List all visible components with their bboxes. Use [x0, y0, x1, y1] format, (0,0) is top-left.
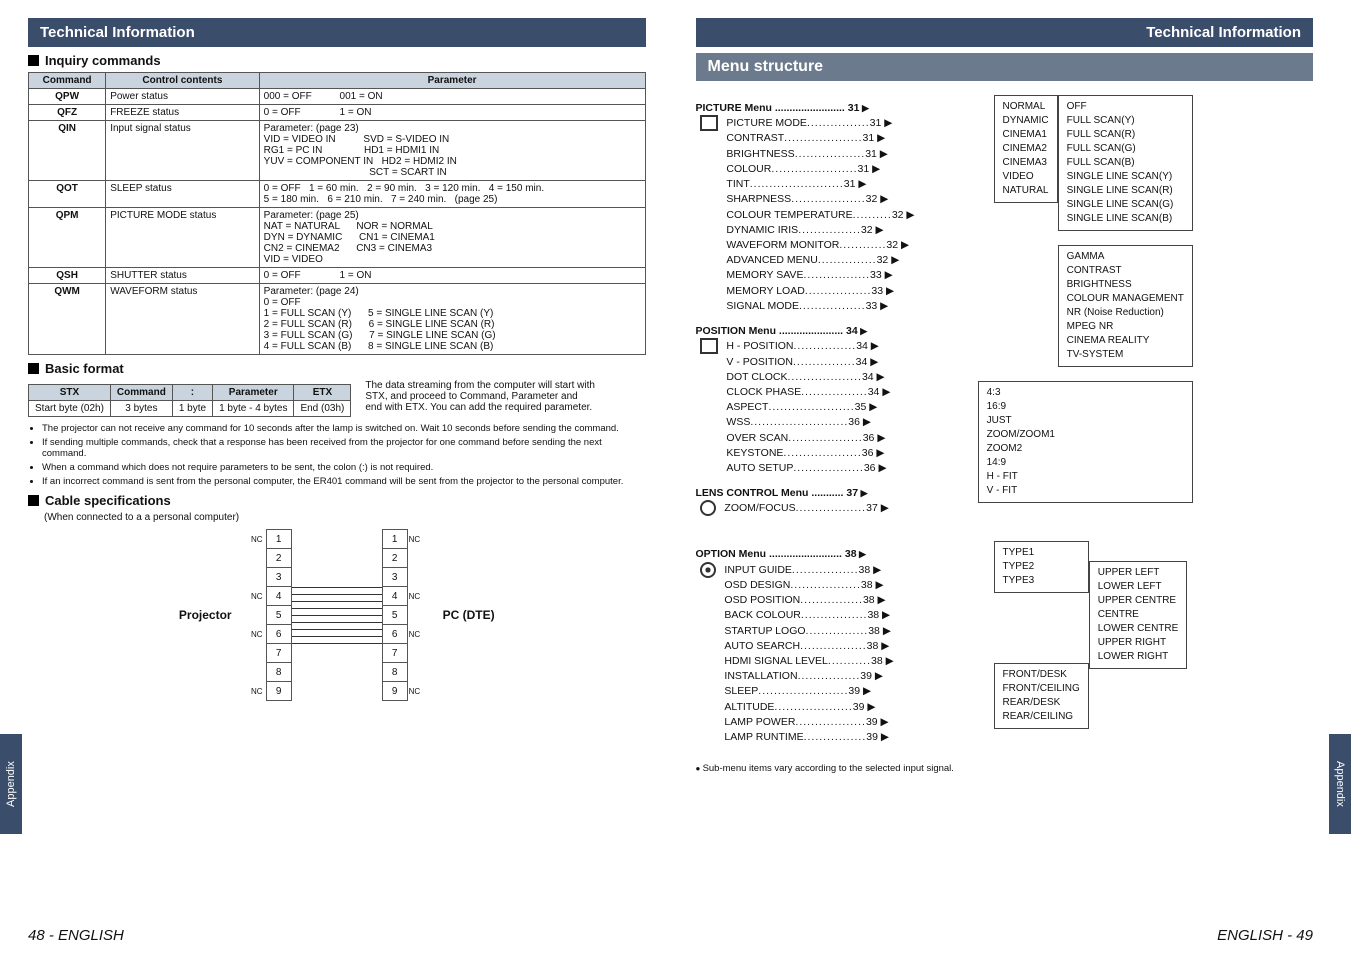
menu-item: OSD DESIGN..................38 ▶ [724, 578, 894, 593]
menu-item: INSTALLATION................39 ▶ [724, 669, 894, 684]
header-right: Technical Information [696, 18, 1314, 47]
menu-item: TINT........................31 ▶ [726, 177, 896, 192]
menu-item: V - POSITION................34 ▶ [726, 355, 896, 370]
menu-item: COLOUR TEMPERATURE..........32 ▶ [726, 208, 896, 223]
notes-list: The projector can not receive any comman… [28, 423, 646, 487]
inquiry-title: Inquiry commands [45, 53, 161, 68]
box-advanced: GAMMACONTRASTBRIGHTNESSCOLOUR MANAGEMENT… [1058, 245, 1193, 367]
menu-item: SLEEP.......................39 ▶ [724, 684, 894, 699]
table-row: QPWPower status000 = OFF 001 = ON [29, 89, 646, 105]
menu-item: ADVANCED MENU...............32 ▶ [726, 253, 896, 268]
menu-item: OSD POSITION................38 ▶ [724, 593, 894, 608]
box-installation: FRONT/DESKFRONT/CEILINGREAR/DESKREAR/CEI… [994, 663, 1089, 729]
menu-item: OVER SCAN...................36 ▶ [726, 431, 896, 446]
menu-item: LAMP POWER..................39 ▶ [724, 715, 894, 730]
section-inquiry: Inquiry commands [28, 53, 646, 68]
table-row: QWMWAVEFORM statusParameter: (page 24) 0… [29, 284, 646, 355]
table-row: QOTSLEEP status0 = OFF 1 = 60 min. 2 = 9… [29, 181, 646, 208]
inquiry-table: Command Control contents Parameter QPWPo… [28, 72, 646, 355]
option-menu-title: OPTION Menu ......................... 38 [696, 547, 986, 562]
pin-table-left: NC123NC45NC678NC9 [242, 529, 292, 701]
page-num-left: 48 - ENGLISH [28, 927, 124, 944]
position-menu-title: POSITION Menu ...................... 34 [696, 324, 986, 339]
table-row: QPMPICTURE MODE statusParameter: (page 2… [29, 208, 646, 268]
menu-item: BACK COLOUR.................38 ▶ [724, 608, 894, 623]
basic-format-note: The data streaming from the computer wil… [365, 380, 595, 413]
menu-item: LAMP RUNTIME................39 ▶ [724, 730, 894, 745]
section-cable: Cable specifications [28, 493, 646, 508]
box-osd-position: UPPER LEFTLOWER LEFTUPPER CENTRECENTRELO… [1089, 561, 1188, 669]
table-row: QINInput signal statusParameter: (page 2… [29, 121, 646, 181]
menu-item: CONTRAST....................31 ▶ [726, 131, 896, 146]
fmt-c3: 1 byte - 4 bytes [213, 401, 294, 417]
fmt-c4: End (03h) [294, 401, 351, 417]
menu-structure-title: Menu structure [696, 53, 1314, 81]
menu-item: DYNAMIC IRIS................32 ▶ [726, 223, 896, 238]
menu-item: SIGNAL MODE.................33 ▶ [726, 299, 896, 314]
appendix-tab-right: Appendix [1329, 734, 1351, 834]
header-left: Technical Information [28, 18, 646, 47]
menu-item: MEMORY SAVE.................33 ▶ [726, 268, 896, 283]
fmt-h2: : [172, 385, 212, 401]
lens-menu-title: LENS CONTROL Menu ........... 37 [696, 486, 986, 501]
box-osd-design: TYPE1TYPE2TYPE3 [994, 541, 1089, 593]
box-waveform: OFFFULL SCAN(Y)FULL SCAN(R)FULL SCAN(G)F… [1058, 95, 1193, 231]
menu-item: PICTURE MODE................31 ▶ [726, 116, 896, 131]
menu-item: KEYSTONE....................36 ▶ [726, 446, 896, 461]
fmt-h0: STX [29, 385, 111, 401]
menu-item: INPUT GUIDE.................38 ▶ [724, 563, 894, 578]
fmt-c1: 3 bytes [110, 401, 172, 417]
menu-item: ASPECT......................35 ▶ [726, 400, 896, 415]
table-row: QFZFREEZE status0 = OFF 1 = ON [29, 105, 646, 121]
menu-item: BRIGHTNESS..................31 ▶ [726, 147, 896, 162]
picture-menu-title: PICTURE Menu ........................ 31 [696, 101, 986, 116]
note-item: When a command which does not require pa… [42, 462, 646, 473]
basic-title: Basic format [45, 361, 124, 376]
cable-right-label: PC (DTE) [443, 608, 495, 622]
cable-title: Cable specifications [45, 493, 171, 508]
note-item: If an incorrect command is sent from the… [42, 476, 646, 487]
fmt-h1: Command [110, 385, 172, 401]
cable-left-label: Projector [179, 608, 232, 622]
picture-icon [700, 115, 718, 131]
fmt-c0: Start byte (02h) [29, 401, 111, 417]
appendix-tab-left: Appendix [0, 734, 22, 834]
menu-item: WSS.........................36 ▶ [726, 415, 896, 430]
menu-item: COLOUR......................31 ▶ [726, 162, 896, 177]
menu-item: SHARPNESS...................32 ▶ [726, 192, 896, 207]
menu-item: HDMI SIGNAL LEVEL...........38 ▶ [724, 654, 894, 669]
menu-item: MEMORY LOAD.................33 ▶ [726, 284, 896, 299]
menu-item: ALTITUDE....................39 ▶ [724, 700, 894, 715]
box-picture-mode: NORMALDYNAMICCINEMA1CINEMA2CINEMA3VIDEON… [994, 95, 1058, 203]
th-parameter: Parameter [259, 73, 645, 89]
page-num-right: ENGLISH - 49 [1217, 927, 1313, 944]
basic-format-table: STX Command : Parameter ETX Start byte (… [28, 384, 351, 417]
note-item: The projector can not receive any comman… [42, 423, 646, 434]
menu-item: AUTO SETUP..................36 ▶ [726, 461, 896, 476]
lens-icon [700, 500, 716, 516]
menu-item: H - POSITION................34 ▶ [726, 339, 896, 354]
cable-diagram: Projector NC123NC45NC678NC9 1NC234NC56NC… [28, 529, 646, 701]
cable-sub: (When connected to a a personal computer… [44, 512, 646, 523]
menu-item: STARTUP LOGO................38 ▶ [724, 624, 894, 639]
menu-item: DOT CLOCK...................34 ▶ [726, 370, 896, 385]
menu-item: CLOCK PHASE.................34 ▶ [726, 385, 896, 400]
fmt-h3: Parameter [213, 385, 294, 401]
th-command: Command [29, 73, 106, 89]
right-footnote: Sub-menu items vary according to the sel… [696, 763, 1314, 774]
box-aspect: 4:316:9JUSTZOOM/ZOOM1ZOOM214:9H - FITV -… [978, 381, 1193, 503]
menu-item: ZOOM/FOCUS..................37 ▶ [724, 501, 894, 516]
pin-table-right: 1NC234NC56NC789NC [382, 529, 433, 701]
position-icon [700, 338, 718, 354]
fmt-c2: 1 byte [172, 401, 212, 417]
table-row: QSHSHUTTER status0 = OFF 1 = ON [29, 268, 646, 284]
menu-item: AUTO SEARCH.................38 ▶ [724, 639, 894, 654]
note-item: If sending multiple commands, check that… [42, 437, 646, 459]
fmt-h4: ETX [294, 385, 351, 401]
menu-item: WAVEFORM MONITOR............32 ▶ [726, 238, 896, 253]
option-icon [700, 562, 716, 578]
th-control: Control contents [106, 73, 259, 89]
section-basic: Basic format [28, 361, 646, 376]
